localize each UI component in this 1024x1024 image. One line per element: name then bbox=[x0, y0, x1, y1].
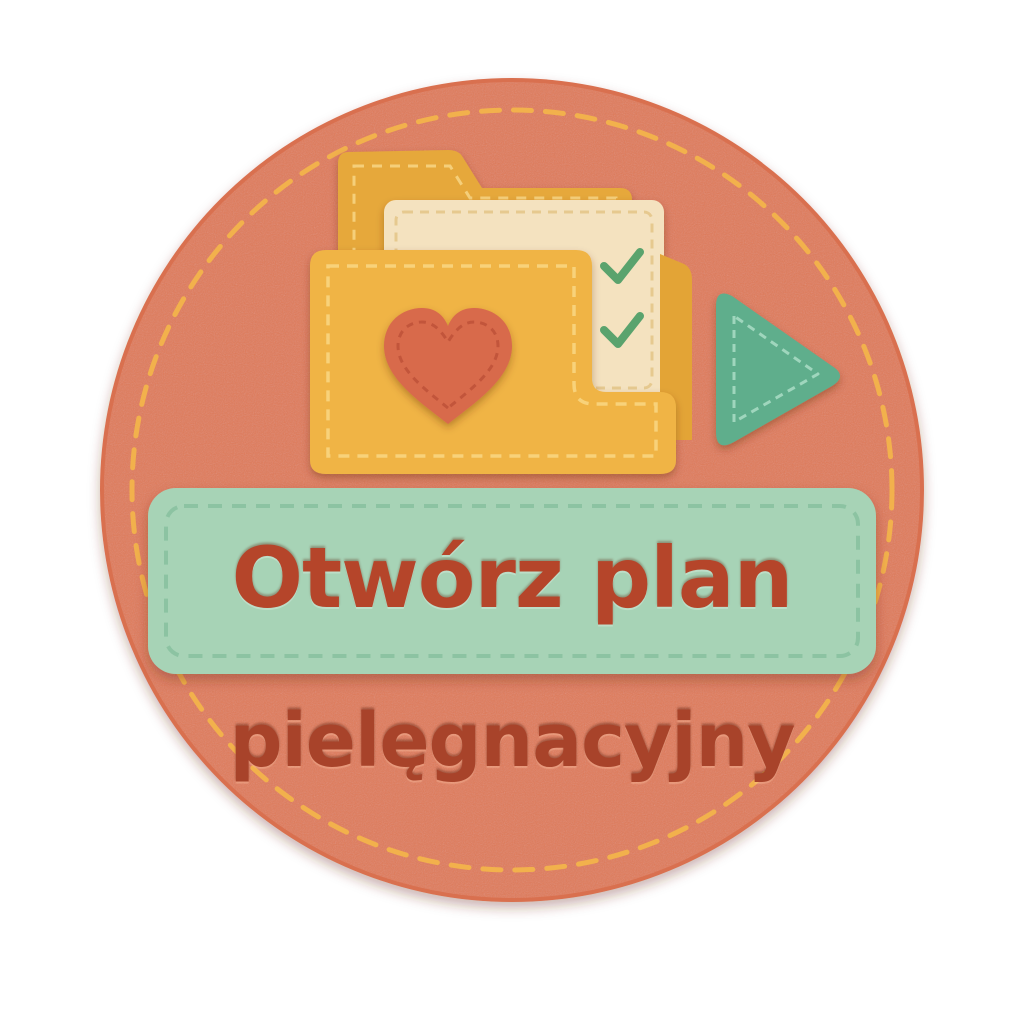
badge-graphic bbox=[100, 78, 924, 902]
open-plan-button[interactable] bbox=[148, 488, 876, 674]
open-care-plan-badge[interactable]: Otwórz plan pielęgnacyjny bbox=[0, 0, 1024, 1024]
